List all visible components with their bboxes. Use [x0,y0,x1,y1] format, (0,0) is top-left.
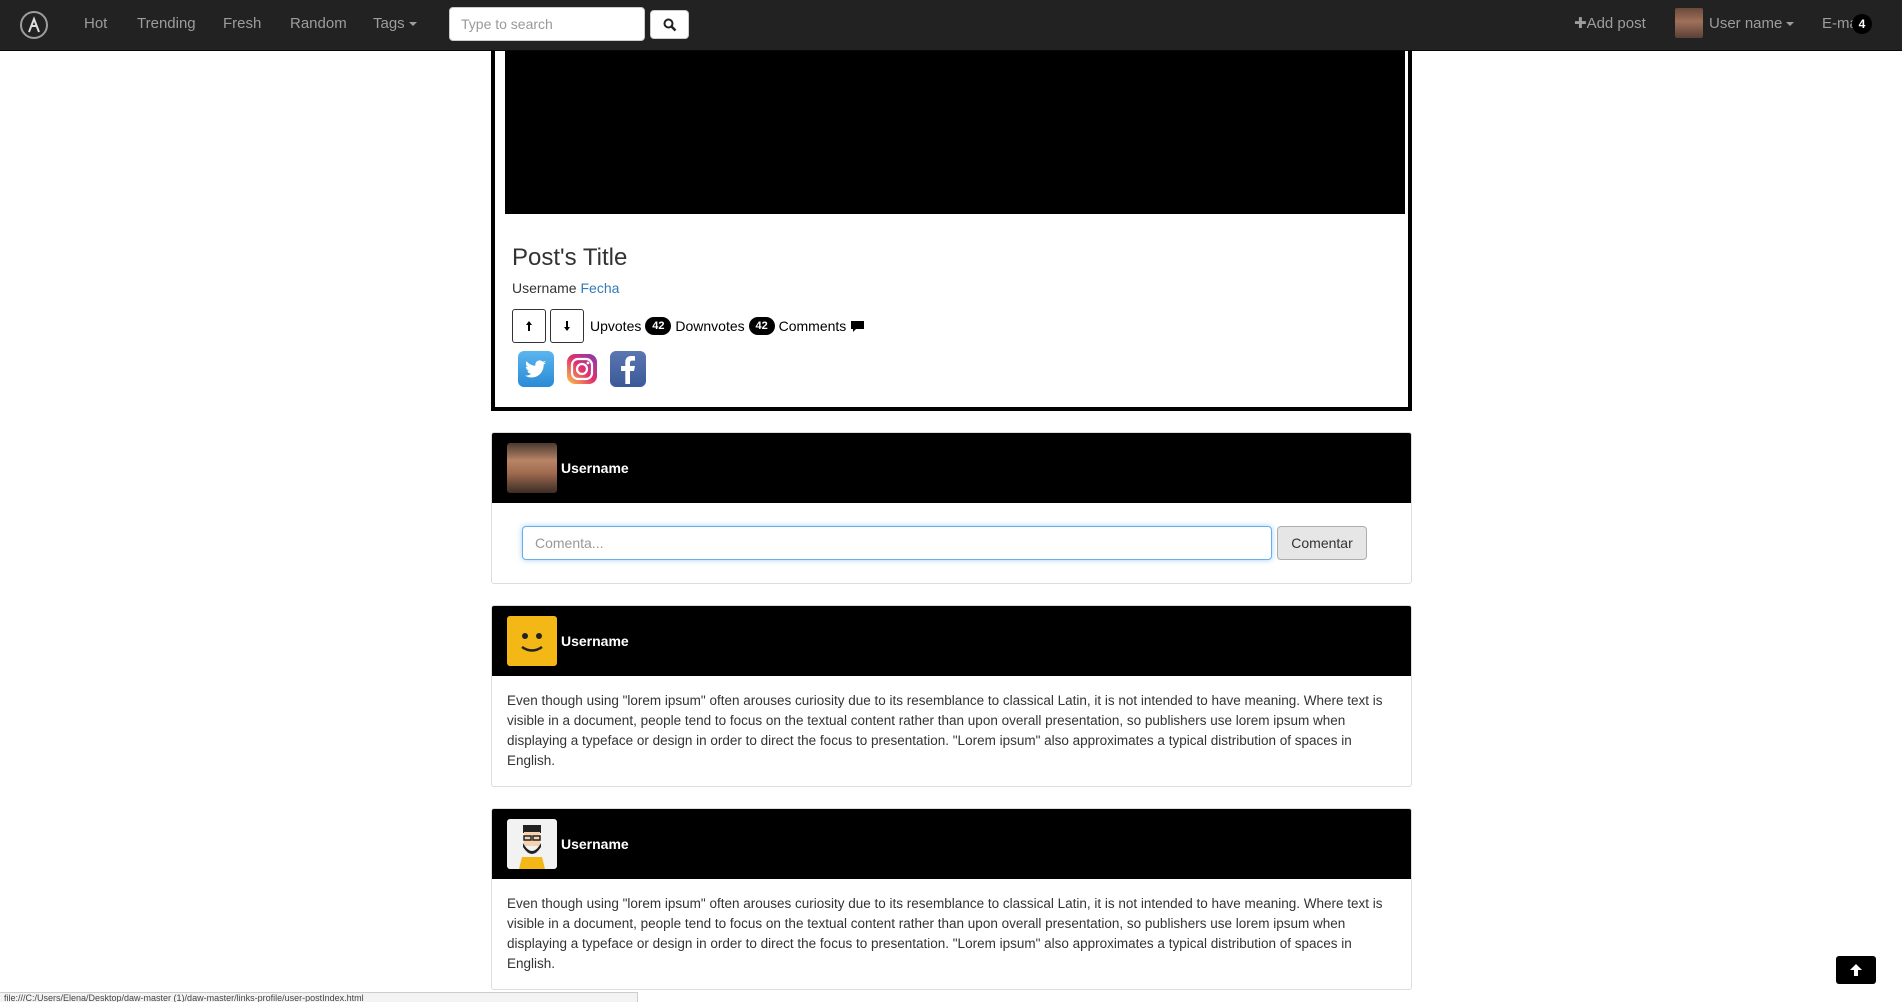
comment-submit-button[interactable]: Comentar [1277,526,1367,560]
comment-username: Username [561,836,629,852]
nav-fresh[interactable]: Fresh [223,15,261,33]
back-to-top-button[interactable] [1836,956,1876,984]
arrow-up-icon [1850,964,1862,976]
post-media[interactable] [505,51,1405,214]
bearded-avatar-icon [507,819,557,869]
comment-text: Even though using "lorem ipsum" often ar… [507,693,1383,768]
arrow-down-icon [564,321,570,331]
upvote-button[interactable] [512,309,546,343]
add-post-label: Add post [1586,15,1646,32]
smiley-avatar-icon [507,616,557,666]
twitter-icon[interactable] [518,351,554,387]
comment-text: Even though using "lorem ipsum" often ar… [507,896,1383,971]
search-input[interactable] [449,7,645,41]
post-meta: Username Fecha [512,280,619,296]
nav-hot[interactable]: Hot [84,15,107,33]
top-navbar: Hot Trending Fresh Random Tags ✚Add post… [0,0,1902,51]
browser-status-bar: file:///C:/Users/Elena/Desktop/daw-maste… [0,992,638,1002]
nav-random[interactable]: Random [290,15,347,33]
instagram-icon[interactable] [564,351,600,387]
comment-username: Username [561,633,629,649]
nav-tags-dropdown[interactable]: Tags [373,15,417,33]
post-date-link[interactable]: Fecha [580,280,619,296]
search-button[interactable] [650,10,689,39]
downvotes-label: Downvotes [675,318,745,334]
plus-icon: ✚ [1574,15,1587,32]
user-menu-label: User name [1709,15,1783,32]
facebook-icon[interactable] [610,351,646,387]
downvote-button[interactable] [550,309,584,343]
comment-input[interactable] [522,526,1272,560]
compose-comment-card: Username Comentar [491,432,1412,584]
downvotes-count: 42 [748,317,775,335]
nav-trending[interactable]: Trending [137,15,196,33]
post-author: Username [512,280,577,296]
vote-row: Upvotes 42 Downvotes 42 Comments [512,309,865,343]
caret-down-icon [408,22,417,27]
add-post-link[interactable]: ✚Add post [1574,15,1646,33]
arrow-up-icon [526,321,532,331]
caret-down-icon [1786,22,1795,27]
comment-header: Username [492,606,1411,676]
upvotes-count: 42 [645,317,672,335]
logo-icon[interactable] [20,11,48,39]
search-icon [663,18,676,31]
social-share-row [518,351,646,387]
user-menu-dropdown[interactable]: User name [1709,15,1795,33]
compose-comment-header: Username [492,433,1411,503]
user-avatar [507,443,557,493]
upvotes-label: Upvotes [590,318,642,334]
comments-label[interactable]: Comments [779,318,847,334]
post-title: Post's Title [512,244,628,271]
comment-card: Username Even though using "lorem ipsum"… [491,605,1412,787]
post-card: Post's Title Username Fecha Upvotes 42 D… [491,51,1412,411]
comment-header: Username [492,809,1411,879]
comment-username: Username [561,460,629,476]
user-avatar[interactable] [1675,8,1703,38]
email-count-badge: 4 [1852,14,1872,34]
comment-icon [851,320,865,332]
nav-tags-label: Tags [373,15,405,32]
comment-card: Username Even though using "lorem ipsum"… [491,808,1412,990]
